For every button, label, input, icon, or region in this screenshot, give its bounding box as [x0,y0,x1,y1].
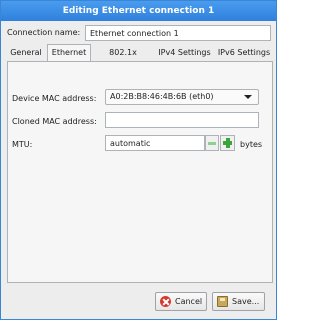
plus-icon-stem [225,138,230,148]
device-mac-select[interactable]: A0:2B:B8:46:4B:6B (eth0) [105,89,259,105]
cancel-button[interactable]: Cancel [155,292,207,311]
mtu-label: MTU: [12,140,33,149]
connection-name-label: Connection name: [7,28,81,37]
title-bar[interactable]: Editing Ethernet connection 1 [1,1,276,21]
tab-general[interactable]: General [7,44,45,61]
tab-bar: General Ethernet 802.1x Security IPv4 Se… [7,44,273,72]
tab-ipv4-settings[interactable]: IPv4 Settings [156,44,213,61]
cloned-mac-label: Cloned MAC address: [12,117,97,126]
tab-8021x-security[interactable]: 802.1x Security [93,44,153,72]
save-button[interactable]: Save... [212,292,265,311]
mtu-decrement-button[interactable] [205,135,219,151]
save-button-label: Save... [232,297,260,306]
connection-name-input[interactable] [85,25,271,41]
save-icon [217,296,228,307]
mtu-input[interactable] [105,135,205,151]
cloned-mac-input[interactable] [105,112,259,128]
device-mac-value: A0:2B:B8:46:4B:6B (eth0) [110,92,214,101]
connection-name-row: Connection name: [7,25,271,41]
minus-icon [208,142,216,145]
mtu-increment-button[interactable] [220,135,235,151]
cancel-button-label: Cancel [175,297,203,306]
tab-ethernet[interactable]: Ethernet [47,44,91,62]
tab-ipv6-settings[interactable]: IPv6 Settings [215,44,273,61]
dropdown-arrow-icon [244,95,252,99]
device-mac-label: Device MAC address: [12,94,97,103]
mtu-unit-label: bytes [240,140,263,149]
cancel-icon [160,296,171,307]
dialog-window: Editing Ethernet connection 1 Connection… [0,0,277,320]
window-title: Editing Ethernet connection 1 [62,6,215,16]
